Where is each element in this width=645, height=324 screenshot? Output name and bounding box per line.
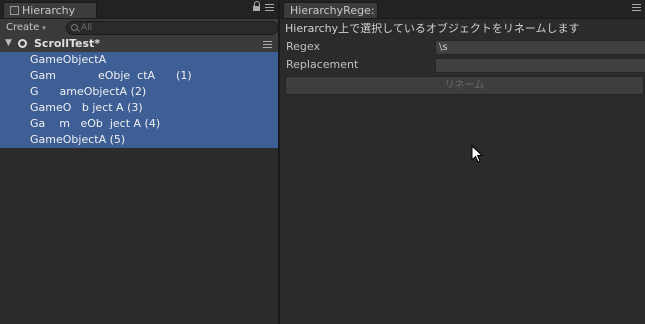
hierarchy-tab-icon	[10, 6, 19, 15]
expand-arrow-icon[interactable]: ▼	[5, 38, 12, 48]
tab-hierarchy-label: Hierarchy	[22, 4, 76, 17]
hierarchy-item[interactable]: G ameObjectA (2)	[30, 84, 146, 100]
hierarchy-item[interactable]: Gam eObje ctA (1)	[30, 68, 192, 84]
hierarchy-tabstrip: Hierarchy	[0, 0, 278, 19]
unity-scene-icon	[18, 39, 27, 48]
hierarchy-toolbar: Create ▾ All	[0, 19, 278, 37]
replacement-field[interactable]	[435, 58, 645, 73]
scene-name: ScrollTest*	[34, 37, 101, 50]
tab-hierarchy[interactable]: Hierarchy	[3, 2, 97, 18]
regex-tabstrip: HierarchyRege:	[280, 0, 645, 19]
regex-label: Regex	[286, 40, 320, 53]
scene-menu-icon[interactable]	[263, 41, 272, 48]
panel-menu-icon[interactable]	[265, 4, 274, 11]
hierarchy-item[interactable]: GameO b ject A (3)	[30, 100, 143, 116]
mouse-cursor-icon	[471, 145, 483, 163]
search-icon	[71, 24, 78, 31]
panel-menu-icon[interactable]	[632, 4, 641, 11]
search-placeholder: All	[81, 23, 93, 33]
regex-panel: HierarchyRege: Hierarchy上で選択しているオブジェクトをリ…	[280, 0, 645, 324]
description-text: Hierarchy上で選択しているオブジェクトをリネームします	[285, 22, 580, 35]
hierarchy-tree: GameObjectA Gam eObje ctA (1) G ameObjec…	[0, 52, 278, 148]
regex-field[interactable]: \s	[435, 40, 645, 55]
hierarchy-item[interactable]: GameObjectA	[30, 52, 106, 68]
hierarchy-item[interactable]: GameObjectA (5)	[30, 132, 125, 148]
create-button[interactable]: Create ▾	[6, 20, 46, 35]
hierarchy-item[interactable]: Ga m eOb ject A (4)	[30, 116, 160, 132]
hierarchy-panel: Hierarchy Create ▾ All ▼ ScrollTest* Game…	[0, 0, 278, 324]
rename-button[interactable]: リネーム	[285, 76, 644, 95]
lock-icon[interactable]	[253, 1, 260, 11]
create-button-label: Create	[6, 22, 40, 33]
chevron-down-icon: ▾	[42, 24, 46, 32]
search-input[interactable]: All	[66, 21, 278, 35]
tab-hierarchy-regex[interactable]: HierarchyRege:	[283, 2, 378, 18]
replacement-label: Replacement	[286, 58, 359, 71]
scene-row[interactable]: ▼ ScrollTest*	[0, 36, 278, 52]
